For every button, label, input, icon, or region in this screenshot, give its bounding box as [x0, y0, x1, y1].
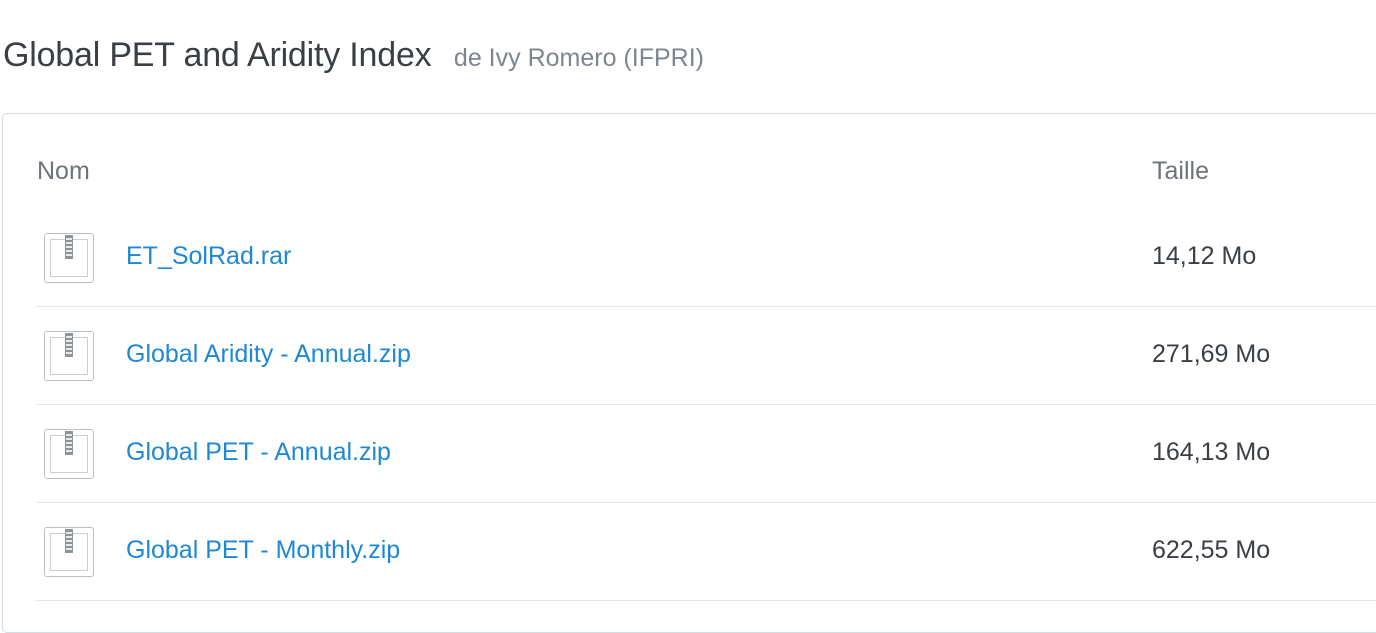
file-name-link[interactable]: Global Aridity - Annual.zip: [126, 340, 411, 369]
page-header: Global PET and Aridity Index de Ivy Rome…: [3, 36, 704, 75]
file-size: 164,13 Mo: [1152, 438, 1271, 466]
table-row: Global PET - Annual.zip 164,13 Mo: [36, 405, 1376, 503]
file-name-link[interactable]: ET_SolRad.rar: [126, 242, 291, 271]
archive-file-icon: [44, 527, 94, 577]
file-name-link[interactable]: Global PET - Annual.zip: [126, 438, 391, 467]
file-size: 271,69 Mo: [1152, 340, 1271, 368]
archive-file-icon: [44, 429, 94, 479]
table-row: ET_SolRad.rar 14,12 Mo: [36, 209, 1376, 307]
archive-file-icon: [44, 331, 94, 381]
archive-file-icon: [44, 233, 94, 283]
table-row: Global Aridity - Annual.zip 271,69 Mo: [36, 307, 1376, 405]
column-header-name[interactable]: Nom: [37, 157, 90, 186]
page-title: Global PET and Aridity Index: [3, 36, 432, 74]
file-size: 14,12 Mo: [1152, 242, 1257, 270]
file-size: 622,55 Mo: [1152, 536, 1271, 564]
author-byline: de Ivy Romero (IFPRI): [453, 44, 704, 72]
file-name-link[interactable]: Global PET - Monthly.zip: [126, 536, 400, 565]
column-header-size[interactable]: Taille: [1152, 157, 1209, 186]
table-row: Global PET - Monthly.zip 622,55 Mo: [36, 503, 1376, 601]
